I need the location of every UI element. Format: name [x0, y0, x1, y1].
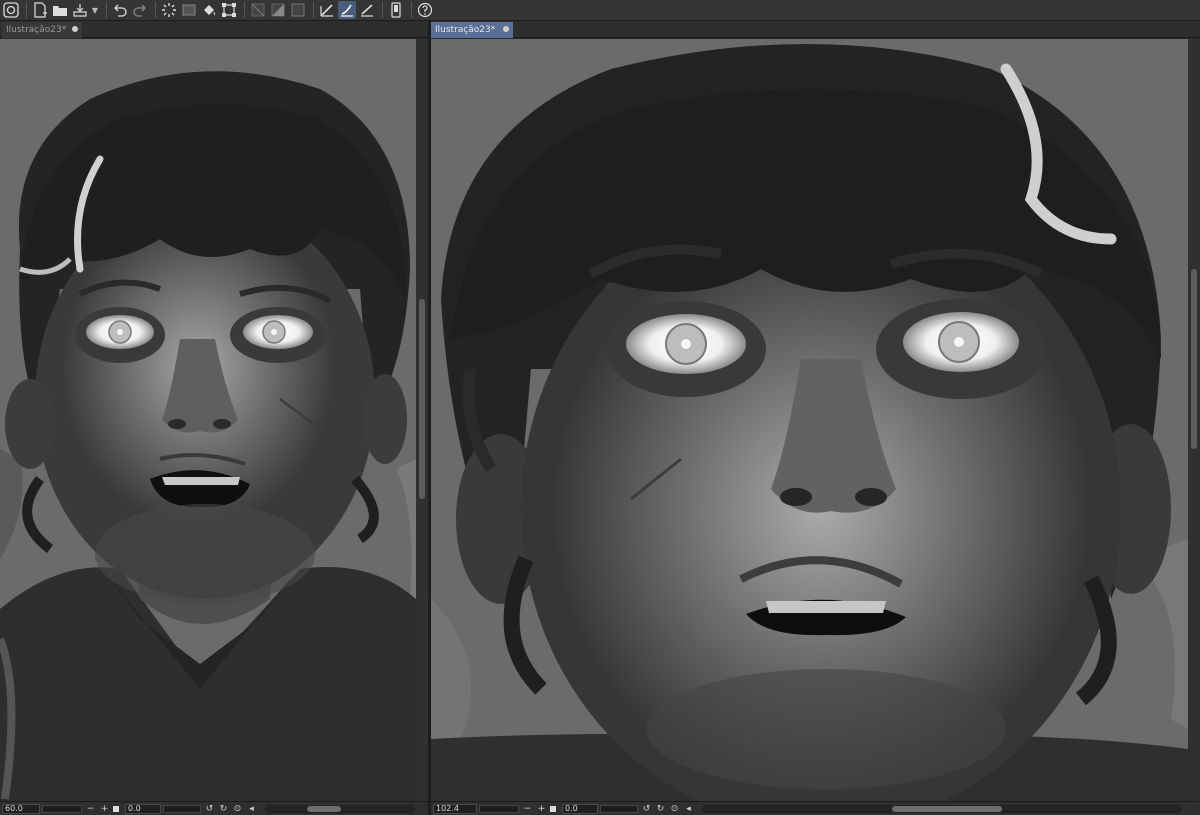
- snap-grid-icon[interactable]: [269, 1, 287, 19]
- rotate-left-icon[interactable]: ↺: [204, 803, 215, 814]
- redo-icon[interactable]: [131, 1, 149, 19]
- app-logo-icon[interactable]: [2, 1, 20, 19]
- rotation-field[interactable]: 0.0: [125, 803, 161, 814]
- tab-bar-right: Ilustração23*: [431, 21, 1200, 38]
- vertical-scrollbar-left[interactable]: [416, 39, 428, 801]
- zoom-out-icon[interactable]: −: [85, 803, 96, 814]
- undo-icon[interactable]: [111, 1, 129, 19]
- tab-close-icon[interactable]: [503, 26, 509, 32]
- rotate-right-icon[interactable]: ↻: [655, 803, 666, 814]
- artwork-right: [431, 39, 1188, 801]
- rotation-field[interactable]: 0.0: [562, 803, 598, 814]
- flip-icon[interactable]: ◂: [683, 803, 694, 814]
- toolbar-separator: [155, 2, 156, 18]
- scrollbar-thumb[interactable]: [892, 805, 1002, 812]
- rotation-slider[interactable]: [600, 804, 638, 813]
- vertical-scrollbar-right[interactable]: [1188, 39, 1200, 801]
- tab-close-icon[interactable]: [72, 26, 78, 32]
- ruler-snap-icon[interactable]: [318, 1, 336, 19]
- save-icon[interactable]: [71, 1, 89, 19]
- toolbar-separator: [313, 2, 314, 18]
- rotate-right-icon[interactable]: ↻: [218, 803, 229, 814]
- zoom-in-icon[interactable]: +: [536, 803, 547, 814]
- loading-spinner-icon[interactable]: [160, 1, 178, 19]
- tab-document-right[interactable]: Ilustração23*: [431, 22, 513, 38]
- save-dropdown-chevron-icon[interactable]: ▼: [91, 1, 99, 19]
- fill-icon[interactable]: [200, 1, 218, 19]
- canvas-pane-left: Ilustração23* 60.0 − + 0.0 ↺ ↻ ⊙ ◂: [0, 21, 428, 815]
- tab-title: Ilustração23*: [435, 25, 496, 35]
- clear-icon[interactable]: [180, 1, 198, 19]
- fit-view-icon[interactable]: [550, 805, 556, 812]
- new-file-icon[interactable]: [31, 1, 49, 19]
- zoom-slider[interactable]: [42, 804, 82, 813]
- app-window: ▼ Ilustração23* 60.0 − + 0.0 ↺ ↻ ⊙ ◂ Ilu…: [0, 0, 1200, 815]
- tab-document-left[interactable]: Ilustração23*: [2, 22, 82, 38]
- open-folder-icon[interactable]: [51, 1, 69, 19]
- transform-icon[interactable]: [220, 1, 238, 19]
- ruler-snap-curve-icon[interactable]: [338, 1, 356, 19]
- zoom-field[interactable]: 60.0: [2, 803, 40, 814]
- flip-icon[interactable]: ◂: [246, 803, 257, 814]
- horizontal-scrollbar-left[interactable]: [265, 804, 415, 813]
- help-icon[interactable]: [416, 1, 434, 19]
- tab-bar-left: Ilustração23*: [0, 21, 428, 38]
- zoom-in-icon[interactable]: +: [99, 803, 110, 814]
- artwork-left: [0, 39, 416, 801]
- zoom-slider[interactable]: [479, 804, 519, 813]
- zoom-field[interactable]: 102.4: [433, 803, 477, 814]
- toolbar-separator: [244, 2, 245, 18]
- rotate-left-icon[interactable]: ↺: [641, 803, 652, 814]
- zoom-out-icon[interactable]: −: [522, 803, 533, 814]
- toolbar-separator: [106, 2, 107, 18]
- canvas-left[interactable]: [0, 39, 416, 801]
- snap-off-icon[interactable]: [249, 1, 267, 19]
- device-icon[interactable]: [387, 1, 405, 19]
- canvas-pane-right: Ilustração23* 102.4 − + 0.0 ↺ ↻ ⊙ ◂: [428, 21, 1200, 815]
- reset-rotation-icon[interactable]: ⊙: [232, 803, 243, 814]
- snap-frame-icon[interactable]: [289, 1, 307, 19]
- toolbar-separator: [382, 2, 383, 18]
- scrollbar-thumb[interactable]: [1191, 269, 1197, 449]
- horizontal-scrollbar-right[interactable]: [702, 804, 1182, 813]
- rotation-slider[interactable]: [163, 804, 201, 813]
- toolbar-separator: [411, 2, 412, 18]
- scrollbar-thumb[interactable]: [419, 299, 425, 499]
- scrollbar-thumb[interactable]: [307, 805, 341, 812]
- status-bar-right: 102.4 − + 0.0 ↺ ↻ ⊙ ◂: [431, 801, 1200, 815]
- reset-rotation-icon[interactable]: ⊙: [669, 803, 680, 814]
- status-bar-left: 60.0 − + 0.0 ↺ ↻ ⊙ ◂: [0, 801, 428, 815]
- main-toolbar: ▼: [0, 0, 1200, 21]
- ruler-snap-line-icon[interactable]: [358, 1, 376, 19]
- canvas-right[interactable]: [431, 39, 1188, 801]
- toolbar-separator: [26, 2, 27, 18]
- tab-title: Ilustração23*: [6, 25, 67, 35]
- fit-view-icon[interactable]: [113, 805, 119, 812]
